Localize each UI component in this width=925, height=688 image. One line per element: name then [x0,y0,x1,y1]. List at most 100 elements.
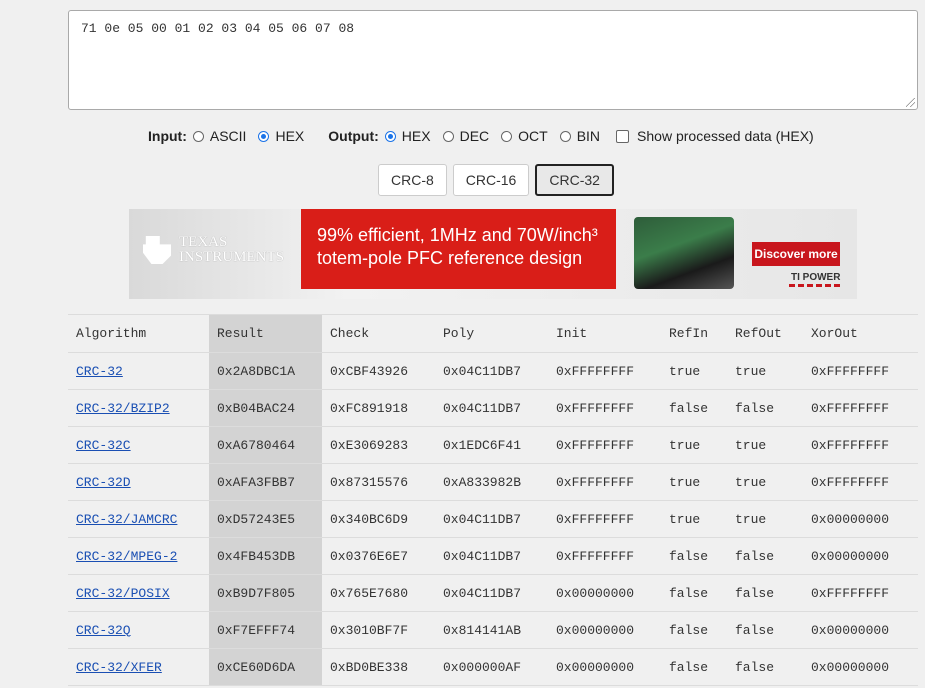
cell-check: 0xBD0BE338 [322,648,435,686]
ti-logo-line2: INSTRUMENTS [179,249,285,265]
algorithm-link[interactable]: CRC-32/POSIX [76,586,170,601]
output-hex-label: HEX [401,128,431,144]
ad-headline-line2: totem-pole PFC reference design [317,248,583,268]
hex-input-textarea[interactable]: 71 0e 05 00 01 02 03 04 05 06 07 08 [68,10,918,110]
cell-init: 0xFFFFFFFF [548,463,661,501]
cell-result: 0xA6780464 [209,426,322,464]
ti-logo-icon [143,236,171,264]
algorithm-link[interactable]: CRC-32/BZIP2 [76,401,170,416]
output-oct-radio[interactable] [501,130,513,142]
cell-algorithm: CRC-32/XFER [68,648,209,686]
input-hex-radio[interactable] [258,130,270,142]
ti-power-brand: TI POWER [791,272,841,283]
table-row: CRC-32/JAMCRC 0xD57243E5 0x340BC6D9 0x04C11… [68,500,918,538]
cell-algorithm: CRC-32/BZIP2 [68,389,209,427]
algorithm-link[interactable]: CRC-32 [76,364,123,379]
output-bin-option[interactable]: BIN [558,128,600,144]
cell-algorithm: CRC-32/JAMCRC [68,500,209,538]
header-check: Check [322,314,435,353]
table-row: CRC-32 0x2A8DBC1A 0xCBF43926 0x04C11DB7 0xFF… [68,352,918,390]
cell-xorout: 0x00000000 [803,648,918,686]
algorithm-link[interactable]: CRC-32Q [76,623,131,638]
crc32-button[interactable]: CRC-32 [535,164,614,196]
cell-refout: false [727,574,803,612]
table-row: CRC-32/MPEG-2 0x4FB453DB 0x0376E6E7 0x04C11… [68,537,918,575]
cell-init: 0xFFFFFFFF [548,537,661,575]
cell-refout: false [727,537,803,575]
cell-check: 0xE3069283 [322,426,435,464]
algorithm-link[interactable]: CRC-32/MPEG-2 [76,549,177,564]
cell-poly: 0x04C11DB7 [435,352,548,390]
ad-headline-panel: 99% efficient, 1MHz and 70W/inch³ totem-… [301,209,616,289]
cell-poly: 0x1EDC6F41 [435,426,548,464]
cell-result: 0x2A8DBC1A [209,352,322,390]
cell-algorithm: CRC-32/MPEG-2 [68,537,209,575]
ad-headline-line1: 99% efficient, 1MHz and 70W/inch³ [317,225,598,245]
algorithm-link[interactable]: CRC-32/JAMCRC [76,512,177,527]
cell-check: 0xFC891918 [322,389,435,427]
cell-algorithm: CRC-32Q [68,611,209,649]
header-poly: Poly [435,314,548,353]
table-row: CRC-32D 0xAFA3FBB7 0x87315576 0xA833982B 0xF… [68,463,918,501]
resize-grip-icon[interactable] [906,98,915,107]
cell-refout: true [727,426,803,464]
output-dec-radio[interactable] [442,130,454,142]
cell-init: 0x00000000 [548,648,661,686]
cell-xorout: 0xFFFFFFFF [803,352,918,390]
table-row: CRC-32/XFER 0xCE60D6DA 0xBD0BE338 0x000000A… [68,648,918,686]
cell-xorout: 0xFFFFFFFF [803,426,918,464]
input-hex-option[interactable]: HEX [256,128,304,144]
input-hex-label: HEX [275,128,305,144]
ti-logo-text: TEXAS INSTRUMENTS [179,235,284,265]
input-ascii-radio[interactable] [192,130,204,142]
cell-poly: 0x000000AF [435,648,548,686]
output-bin-radio[interactable] [559,130,571,142]
cell-result: 0xB9D7F805 [209,574,322,612]
cell-algorithm: CRC-32/POSIX [68,574,209,612]
output-hex-option[interactable]: HEX [383,128,431,144]
cell-check: 0xCBF43926 [322,352,435,390]
cell-refin: false [661,648,727,686]
cell-result: 0xB04BAC24 [209,389,322,427]
advertisement-banner[interactable]: TEXAS INSTRUMENTS 99% efficient, 1MHz an… [129,209,857,299]
cell-xorout: 0xFFFFFFFF [803,389,918,427]
algorithm-link[interactable]: CRC-32/XFER [76,660,162,675]
crc-results-table: Algorithm Result Check Poly Init RefIn R… [68,314,918,686]
discover-more-button[interactable]: Discover more [752,242,840,266]
cell-check: 0x0376E6E7 [322,537,435,575]
output-oct-option[interactable]: OCT [499,128,548,144]
algorithm-link[interactable]: CRC-32D [76,475,131,490]
cell-check: 0x765E7680 [322,574,435,612]
cell-algorithm: CRC-32 [68,352,209,390]
cell-refout: false [727,648,803,686]
algorithm-link[interactable]: CRC-32C [76,438,131,453]
header-result: Result [209,314,322,353]
cell-init: 0xFFFFFFFF [548,389,661,427]
show-processed-checkbox[interactable] [616,129,630,143]
cell-xorout: 0xFFFFFFFF [803,463,918,501]
cell-init: 0xFFFFFFFF [548,500,661,538]
crc8-button[interactable]: CRC-8 [378,164,447,196]
cell-refin: true [661,463,727,501]
cell-check: 0x87315576 [322,463,435,501]
cell-refin: true [661,352,727,390]
output-hex-radio[interactable] [384,130,396,142]
table-row: CRC-32Q 0xF7EFFF74 0x3010BF7F 0x814141AB 0x0… [68,611,918,649]
table-row: CRC-32C 0xA6780464 0xE3069283 0x1EDC6F41 0xF… [68,426,918,464]
crc16-button[interactable]: CRC-16 [452,164,530,196]
cell-refin: true [661,426,727,464]
input-ascii-option[interactable]: ASCII [191,128,246,144]
cell-refout: true [727,352,803,390]
ti-logo-line1: TEXAS [179,234,228,250]
cell-init: 0x00000000 [548,611,661,649]
input-group-label: Input: [148,128,187,144]
cell-poly: 0x04C11DB7 [435,389,548,427]
cell-init: 0x00000000 [548,574,661,612]
cell-algorithm: CRC-32D [68,463,209,501]
cell-result: 0xD57243E5 [209,500,322,538]
output-dec-option[interactable]: DEC [441,128,489,144]
show-processed-option[interactable]: Show processed data (HEX) [610,128,814,144]
cell-poly: 0x04C11DB7 [435,537,548,575]
cell-init: 0xFFFFFFFF [548,426,661,464]
hex-input-text: 71 0e 05 00 01 02 03 04 05 06 07 08 [81,21,355,36]
